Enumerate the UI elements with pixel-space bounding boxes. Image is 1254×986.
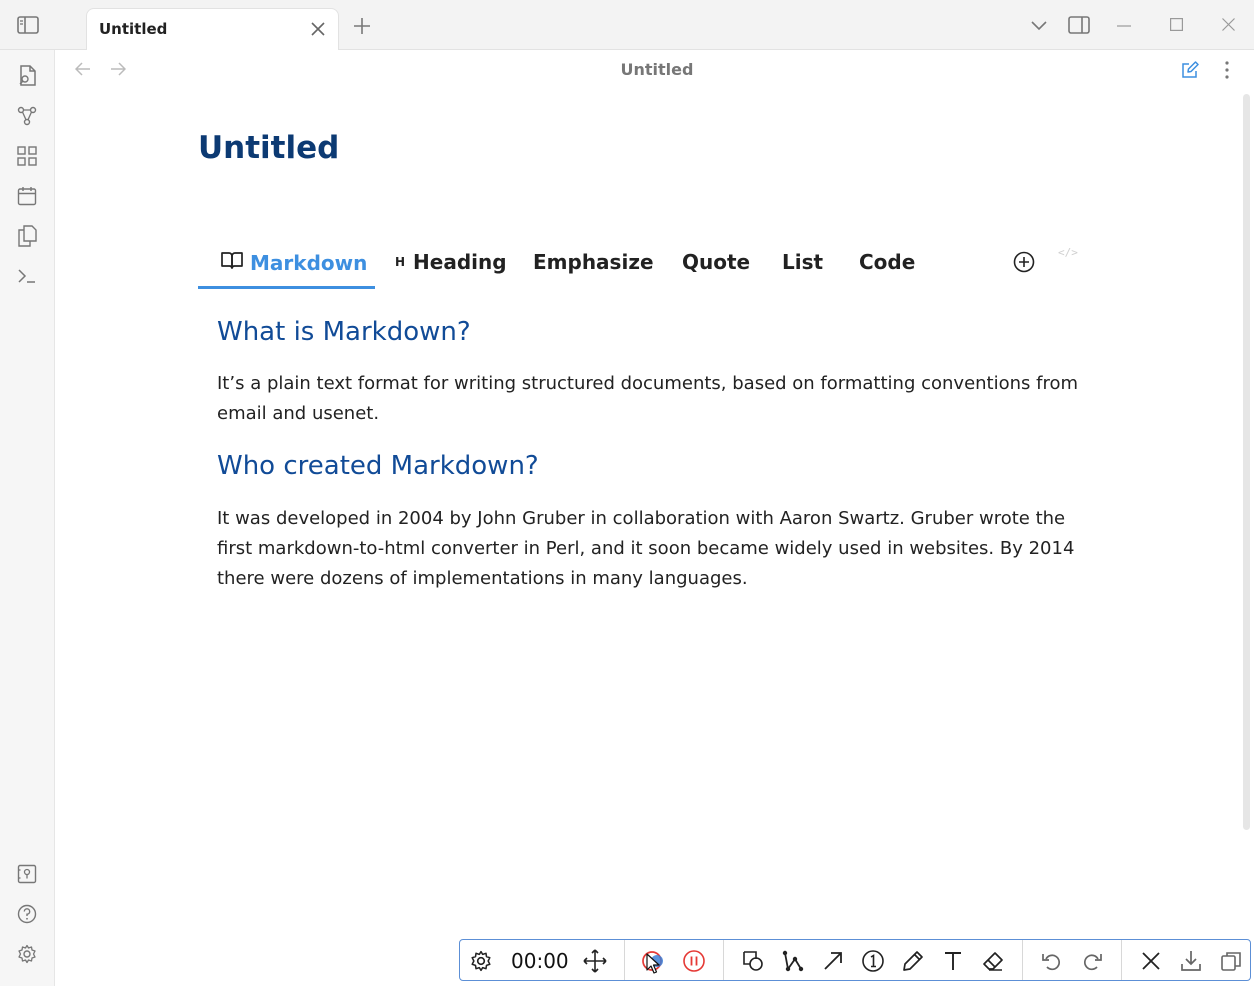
undo-icon[interactable] xyxy=(1040,949,1064,973)
active-tab-indicator xyxy=(198,286,375,289)
section-heading: What is Markdown? xyxy=(217,317,471,347)
back-arrow-icon[interactable] xyxy=(73,59,93,79)
shapes-icon[interactable] xyxy=(741,949,765,973)
recording-timer: 00:00 xyxy=(511,949,569,973)
forward-arrow-icon[interactable] xyxy=(108,59,128,79)
toolbar-separator xyxy=(723,940,724,980)
copy-clipboard-icon[interactable] xyxy=(1219,949,1243,973)
view-header-title: Untitled xyxy=(620,60,694,79)
sidebar-right-icon[interactable] xyxy=(1067,14,1091,36)
toolbar-separator xyxy=(624,940,625,980)
toolbar-separator xyxy=(1022,940,1023,980)
tab-list-label: List xyxy=(782,250,824,274)
calendar-icon[interactable] xyxy=(16,185,38,207)
tab-markdown-label: Markdown xyxy=(250,250,368,275)
close-recorder-icon[interactable] xyxy=(1139,949,1163,973)
heading-prefix: H xyxy=(395,255,406,269)
recorder-settings-icon[interactable] xyxy=(469,949,493,973)
code-toggle-icon[interactable]: </> xyxy=(1058,246,1078,259)
tab-emphasize-label: Emphasize xyxy=(533,250,654,274)
tab-title: Untitled xyxy=(99,20,168,38)
scrollbar[interactable] xyxy=(1243,94,1250,830)
section-paragraph: It’s a plain text format for writing str… xyxy=(217,373,1079,424)
tab-code-label: Code xyxy=(859,250,916,274)
move-icon[interactable] xyxy=(583,949,607,973)
arrow-icon[interactable] xyxy=(821,949,845,973)
settings-icon[interactable] xyxy=(16,943,38,965)
close-icon[interactable] xyxy=(1218,14,1238,34)
sidebar-left-icon[interactable] xyxy=(16,15,40,35)
path-icon[interactable] xyxy=(781,949,805,973)
edit-pencil-icon[interactable] xyxy=(1180,60,1200,80)
left-ribbon xyxy=(0,50,55,986)
tab-quote-label: Quote xyxy=(682,250,751,274)
document-title[interactable]: Untitled xyxy=(198,130,339,166)
graph-icon[interactable] xyxy=(16,105,38,127)
plus-circle-icon[interactable] xyxy=(1013,251,1035,273)
tab-heading-label: Heading xyxy=(413,250,507,274)
more-options-icon[interactable] xyxy=(1217,60,1237,80)
section-paragraph: It was developed in 2004 by John Gruber … xyxy=(217,508,1075,589)
eraser-icon[interactable] xyxy=(981,949,1005,973)
tab-code[interactable]: Code xyxy=(859,250,915,274)
file-search-icon[interactable] xyxy=(16,65,38,87)
tab-emphasize[interactable]: Emphasize xyxy=(533,250,654,274)
tab-bar: Markdown H Heading Emphasize Quote List … xyxy=(198,240,1088,290)
vault-icon[interactable] xyxy=(16,863,38,885)
tab-heading[interactable]: H Heading xyxy=(395,250,507,274)
help-icon[interactable] xyxy=(16,903,38,925)
text-icon[interactable] xyxy=(941,949,965,973)
tab-markdown[interactable]: Markdown xyxy=(220,250,367,275)
copy-icon[interactable] xyxy=(16,225,38,247)
redo-icon[interactable] xyxy=(1080,949,1104,973)
minimize-icon[interactable] xyxy=(1114,16,1134,36)
step-number-icon[interactable] xyxy=(861,949,885,973)
tab-quote[interactable]: Quote xyxy=(682,250,750,274)
toolbar-separator xyxy=(1121,940,1122,980)
title-bar: Untitled xyxy=(0,0,1254,50)
download-icon[interactable] xyxy=(1179,949,1203,973)
tab-list[interactable]: List xyxy=(782,250,823,274)
terminal-icon[interactable] xyxy=(16,265,38,287)
blocks-icon[interactable] xyxy=(16,145,38,167)
book-open-icon xyxy=(220,250,244,275)
pencil-icon[interactable] xyxy=(901,949,925,973)
maximize-icon[interactable] xyxy=(1166,14,1186,34)
recorder-toolbar: 00:00 xyxy=(459,939,1251,981)
close-tab-icon[interactable] xyxy=(308,19,328,39)
section-heading: Who created Markdown? xyxy=(217,451,539,481)
chevron-down-icon[interactable] xyxy=(1029,16,1049,36)
pause-icon[interactable] xyxy=(682,949,706,973)
tab-untitled[interactable]: Untitled xyxy=(86,8,339,50)
mouse-cursor-icon xyxy=(646,953,660,979)
plus-icon[interactable] xyxy=(351,15,373,37)
